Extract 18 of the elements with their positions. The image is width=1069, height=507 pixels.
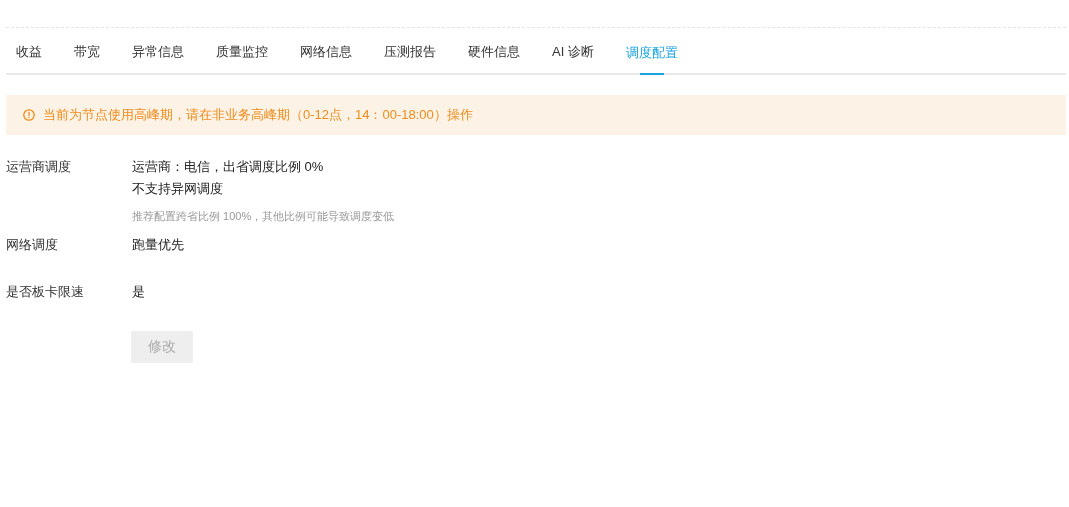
tab[interactable]: 硬件信息 [468,28,520,73]
warning-text: 当前为节点使用高峰期，请在非业务高峰期（0-12点，14：00-18:00）操作 [43,106,473,124]
tab[interactable]: 带宽 [74,28,100,73]
field-value: 不支持异网调度 [132,181,224,196]
tab[interactable]: AI 诊断 [552,28,594,73]
field-value: 跑量优先 [132,237,185,252]
tab[interactable]: 压测报告 [384,28,436,73]
tab[interactable]: 网络信息 [300,28,352,73]
tab[interactable]: 异常信息 [132,28,184,73]
field-label: 运营商调度 [6,159,72,174]
field-label: 网络调度 [6,237,59,252]
tab[interactable]: 收益 [16,28,42,73]
field-label: 是否板卡限速 [6,284,85,299]
warning-icon [23,109,35,121]
field-value: 运营商：电信，出省调度比例 0% [132,159,325,174]
tab[interactable]: 质量监控 [216,28,268,73]
hint-text: 推荐配置跨省比例 100%，其他比例可能导致调度变低 [132,209,396,224]
field-value: 是 [132,284,146,299]
